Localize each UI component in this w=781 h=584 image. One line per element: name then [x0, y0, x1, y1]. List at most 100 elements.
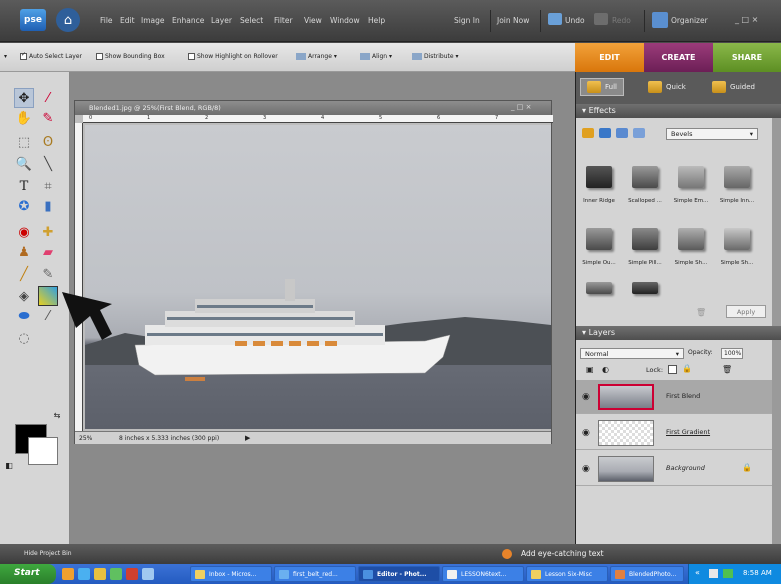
- redo-icon[interactable]: [594, 13, 608, 25]
- document-titlebar[interactable]: Blended1.jpg @ 25%(First Blend, RGB/8) _…: [75, 101, 551, 115]
- selection-brush-tool-icon[interactable]: ▮: [38, 196, 58, 216]
- visibility-eye-icon[interactable]: ◉: [582, 464, 590, 474]
- status-menu-arrow-icon[interactable]: ▶: [245, 434, 250, 442]
- trash-icon[interactable]: 🗑: [696, 308, 706, 317]
- quicklaunch-icon[interactable]: [126, 568, 138, 580]
- mode-guided-tab[interactable]: Guided: [706, 78, 761, 96]
- layer-row[interactable]: ◉ Background 🔒: [576, 452, 772, 486]
- tab-edit[interactable]: EDIT: [575, 43, 644, 72]
- eraser-tool-icon[interactable]: ▰: [38, 242, 58, 262]
- signal-icon[interactable]: [723, 569, 733, 578]
- show-highlight-checkbox[interactable]: Show Highlight on Rollover: [188, 53, 278, 60]
- lock-all-icon[interactable]: 🔒: [682, 364, 692, 373]
- effect-thumbnail[interactable]: [586, 282, 612, 294]
- tab-create[interactable]: CREATE: [644, 43, 713, 72]
- taskbar-item[interactable]: Lesson Six-Misc: [526, 566, 608, 582]
- delete-layer-icon[interactable]: 🗑: [722, 365, 732, 374]
- effect-thumbnail[interactable]: [632, 282, 658, 294]
- taskbar-item[interactable]: Editor - Phot...: [358, 566, 440, 582]
- effects-category-select[interactable]: Bevels ▾: [666, 128, 758, 140]
- straighten-tool-icon[interactable]: ╲: [38, 154, 58, 174]
- document-window-controls[interactable]: _ □ ×: [511, 103, 531, 111]
- zoom-tool-icon[interactable]: 🔍: [14, 154, 34, 174]
- hide-project-bin-button[interactable]: Hide Project Bin: [24, 550, 72, 557]
- effect-thumbnail[interactable]: [586, 228, 612, 250]
- swap-colors-icon[interactable]: ⇆: [50, 408, 64, 422]
- menu-enhance[interactable]: Enhance: [172, 16, 204, 25]
- zoom-level[interactable]: 25%: [79, 435, 92, 442]
- undo-button[interactable]: Undo: [565, 16, 585, 25]
- default-colors-icon[interactable]: ◧: [2, 458, 16, 472]
- healing-brush-tool-icon[interactable]: ✚: [38, 222, 58, 242]
- options-chevron-icon[interactable]: ▾: [4, 53, 7, 60]
- redo-button[interactable]: Redo: [612, 16, 631, 25]
- layer-row[interactable]: ◉ First Gradient: [576, 416, 772, 450]
- crop-tool-icon[interactable]: ⌗: [38, 176, 58, 196]
- tray-expand-icon[interactable]: «: [695, 568, 700, 577]
- gradient-tool-icon[interactable]: [38, 286, 58, 306]
- undo-icon[interactable]: [548, 13, 562, 25]
- arrange-dropdown[interactable]: Arrange ▾: [296, 53, 337, 60]
- effect-thumbnail[interactable]: [586, 166, 612, 188]
- adjustment-layer-icon[interactable]: ◐: [602, 365, 609, 374]
- move-tool-icon[interactable]: ✥: [14, 88, 34, 108]
- tip-text[interactable]: Add eye-catching text: [521, 549, 604, 558]
- blur-tool-icon[interactable]: ⁄: [38, 306, 58, 326]
- menu-file[interactable]: File: [100, 16, 113, 25]
- menu-layer[interactable]: Layer: [211, 16, 232, 25]
- clone-stamp-tool-icon[interactable]: ♟: [14, 242, 34, 262]
- effect-thumbnail[interactable]: [678, 228, 704, 250]
- effects-panel-header[interactable]: ▾ Effects: [576, 104, 781, 118]
- brush-tool-icon[interactable]: ╱: [14, 264, 34, 284]
- effect-thumbnail[interactable]: [724, 228, 750, 250]
- layer-row[interactable]: ◉ First Blend: [576, 380, 772, 414]
- show-bounding-box-checkbox[interactable]: Show Bounding Box: [96, 53, 165, 60]
- opacity-input[interactable]: 100%: [721, 348, 743, 359]
- effect-thumbnail[interactable]: [632, 228, 658, 250]
- layers-panel-header[interactable]: ▾ Layers: [576, 326, 781, 340]
- visibility-eye-icon[interactable]: ◉: [582, 428, 590, 438]
- menu-filter[interactable]: Filter: [274, 16, 293, 25]
- quicklaunch-icon[interactable]: [62, 568, 74, 580]
- taskbar-item[interactable]: first_belt_red...: [274, 566, 356, 582]
- quicklaunch-icon[interactable]: [94, 568, 106, 580]
- blend-mode-select[interactable]: Normal ▾: [580, 348, 684, 359]
- effect-thumbnail[interactable]: [632, 166, 658, 188]
- marquee-tool-icon[interactable]: ⬚: [14, 132, 34, 152]
- image-canvas[interactable]: [85, 125, 551, 429]
- align-dropdown[interactable]: Align ▾: [360, 53, 392, 60]
- layers-scrollbar[interactable]: [772, 340, 781, 544]
- distribute-dropdown[interactable]: Distribute ▾: [412, 53, 458, 60]
- tab-share[interactable]: SHARE: [713, 43, 781, 72]
- type-tool-icon[interactable]: T: [14, 176, 34, 196]
- organizer-icon[interactable]: [652, 12, 668, 28]
- photo-effects-icon[interactable]: [616, 128, 628, 138]
- menu-select[interactable]: Select: [240, 16, 263, 25]
- quicklaunch-icon[interactable]: [110, 568, 122, 580]
- join-now-link[interactable]: Join Now: [497, 16, 529, 25]
- home-button[interactable]: ⌂: [56, 8, 80, 32]
- lock-transparency-icon[interactable]: [668, 365, 677, 374]
- paint-bucket-tool-icon[interactable]: ◈: [14, 286, 34, 306]
- menu-help[interactable]: Help: [368, 16, 385, 25]
- menu-window[interactable]: Window: [330, 16, 360, 25]
- visibility-eye-icon[interactable]: ◉: [582, 392, 590, 402]
- menu-image[interactable]: Image: [141, 16, 165, 25]
- sponge-tool-icon[interactable]: ◌: [14, 328, 34, 348]
- menu-edit[interactable]: Edit: [120, 16, 135, 25]
- window-controls[interactable]: _ □ ×: [735, 15, 758, 24]
- smart-brush-tool-icon[interactable]: ✎: [38, 264, 58, 284]
- filters-icon[interactable]: [599, 128, 611, 138]
- effect-thumbnail[interactable]: [678, 166, 704, 188]
- effect-thumbnail[interactable]: [724, 166, 750, 188]
- new-layer-icon[interactable]: ▣: [586, 365, 594, 374]
- quicklaunch-icon[interactable]: [78, 568, 90, 580]
- red-eye-tool-icon[interactable]: ◉: [14, 222, 34, 242]
- taskbar-item[interactable]: LESSON6text...: [442, 566, 524, 582]
- hand-tool-icon[interactable]: ✋: [14, 108, 34, 128]
- cookie-cutter-tool-icon[interactable]: ✪: [14, 196, 34, 216]
- background-color-swatch[interactable]: [28, 437, 58, 465]
- menu-view[interactable]: View: [304, 16, 322, 25]
- shape-tool-icon[interactable]: ⬬: [14, 306, 34, 326]
- quicklaunch-icon[interactable]: [142, 568, 154, 580]
